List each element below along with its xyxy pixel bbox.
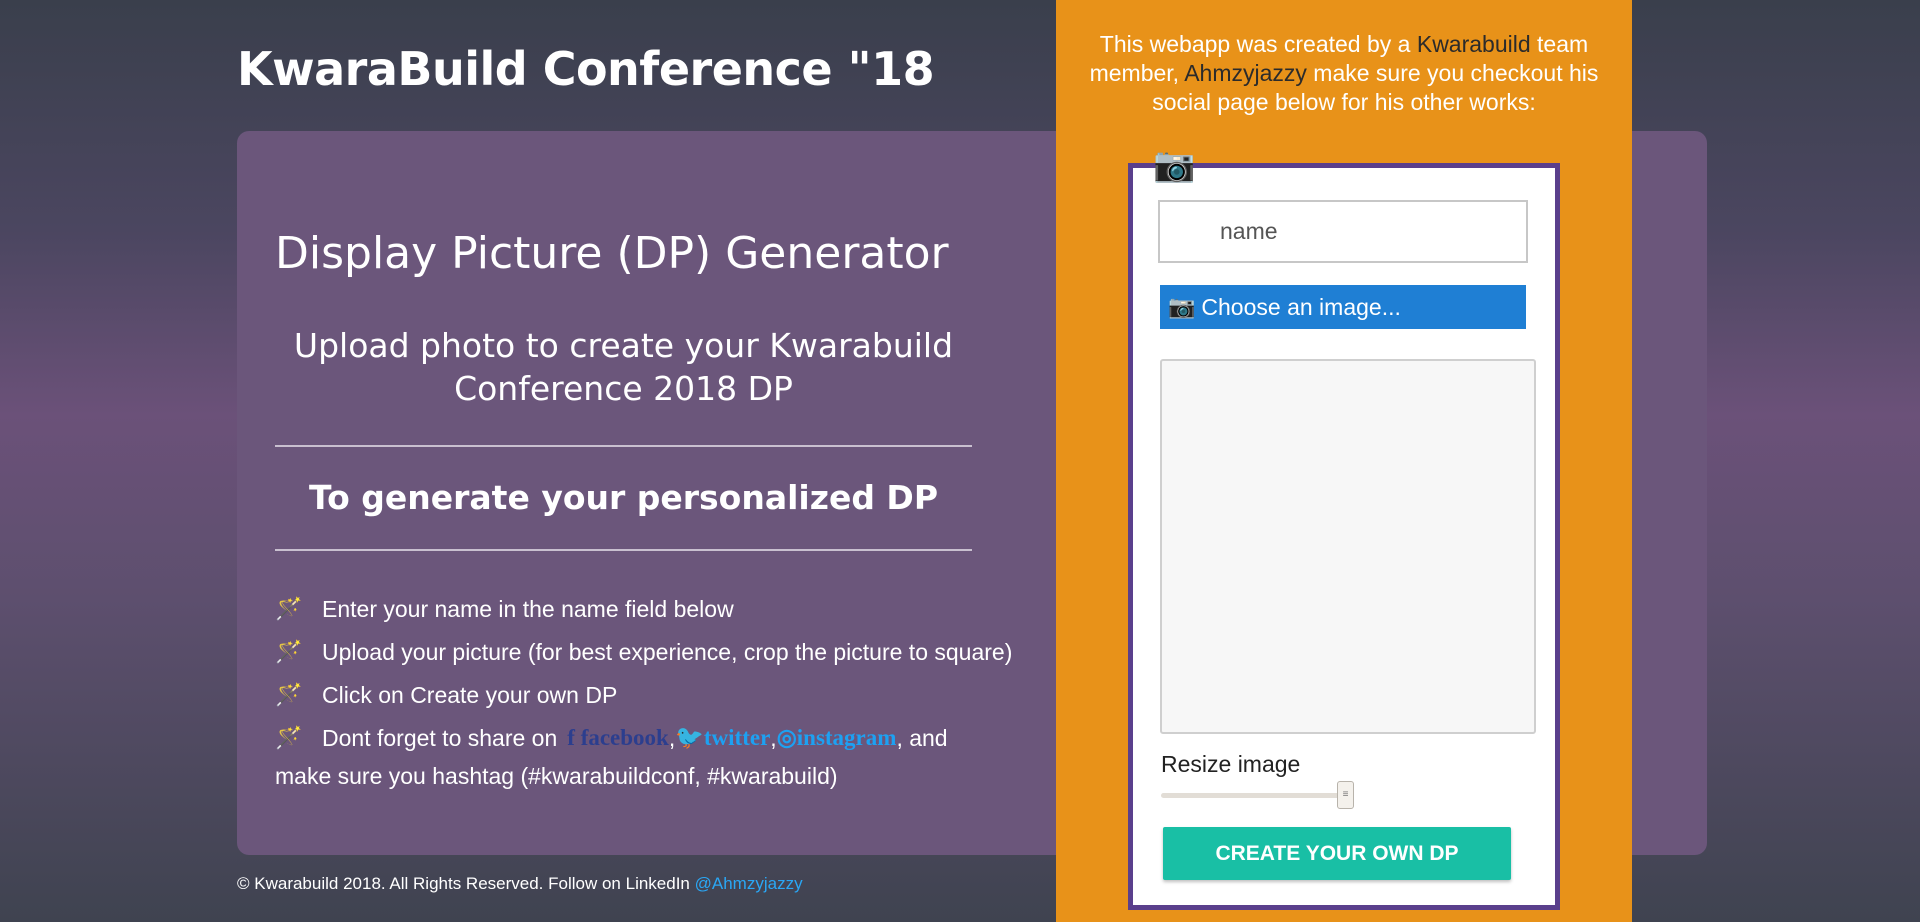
twitter-icon: 🐦 bbox=[675, 725, 704, 750]
footer-text: © Kwarabuild 2018. All Rights Reserved. … bbox=[237, 874, 690, 893]
instagram-icon: ◎ bbox=[776, 725, 797, 750]
create-dp-button[interactable]: CREATE YOUR OWN DP bbox=[1163, 827, 1511, 880]
footer: © Kwarabuild 2018. All Rights Reserved. … bbox=[237, 874, 803, 894]
magic-wand-icon: 🪄 bbox=[275, 682, 303, 707]
page-title: KwaraBuild Conference "18 bbox=[237, 42, 935, 96]
magic-wand-icon: 🪄 bbox=[275, 725, 303, 750]
camera-icon: 📷 bbox=[1168, 294, 1196, 319]
instruction-text: Click on Create your own DP bbox=[322, 682, 618, 708]
resize-slider-handle[interactable]: ≡ bbox=[1337, 781, 1354, 809]
choose-image-label: Choose an image... bbox=[1201, 293, 1401, 320]
image-preview[interactable] bbox=[1160, 359, 1536, 734]
linkedin-link[interactable]: @Ahmzyjazzy bbox=[695, 874, 803, 893]
org-name: Kwarabuild bbox=[1416, 31, 1531, 57]
magic-wand-icon: 🪄 bbox=[275, 639, 303, 664]
instagram-link[interactable]: ◎instagram bbox=[777, 720, 897, 756]
instruction-step: 🪄 Enter your name in the name field belo… bbox=[275, 591, 1065, 634]
instruction-step: 🪄 Click on Create your own DP bbox=[275, 677, 1065, 720]
resize-slider[interactable] bbox=[1161, 793, 1351, 798]
facebook-link[interactable]: f facebook bbox=[567, 720, 669, 756]
resize-label: Resize image bbox=[1161, 751, 1301, 777]
instruction-step-share: 🪄 Dont forget to share on f facebook, 🐦t… bbox=[275, 720, 1065, 763]
instruction-text: Upload your picture (for best experience… bbox=[322, 639, 1013, 665]
camera-icon: 📷 bbox=[1153, 146, 1196, 184]
instruction-step: 🪄 Upload your picture (for best experien… bbox=[275, 634, 1065, 677]
divider bbox=[275, 549, 972, 551]
instruction-list: 🪄 Enter your name in the name field belo… bbox=[275, 591, 1065, 763]
hashtag-text: make sure you hashtag (#kwarabuildconf, … bbox=[275, 763, 838, 789]
name-input[interactable] bbox=[1158, 200, 1528, 263]
divider bbox=[275, 445, 972, 447]
credit-text: This webapp was created by a Kwarabuild … bbox=[1089, 31, 1599, 115]
instruction-text: Enter your name in the name field below bbox=[322, 596, 734, 622]
generate-heading: To generate your personalized DP bbox=[308, 478, 939, 517]
generator-heading: Display Picture (DP) Generator bbox=[275, 228, 949, 279]
generator-subheading: Upload photo to create your Kwarabuild C… bbox=[293, 326, 954, 408]
magic-wand-icon: 🪄 bbox=[275, 596, 303, 621]
twitter-link[interactable]: 🐦twitter bbox=[675, 720, 770, 756]
share-suffix: , and bbox=[896, 725, 948, 751]
choose-image-button[interactable]: 📷 Choose an image... bbox=[1160, 285, 1526, 329]
share-prefix: Dont forget to share on bbox=[322, 725, 558, 751]
author-name: Ahmzyjazzy bbox=[1184, 60, 1307, 86]
facebook-icon: f bbox=[567, 725, 575, 750]
